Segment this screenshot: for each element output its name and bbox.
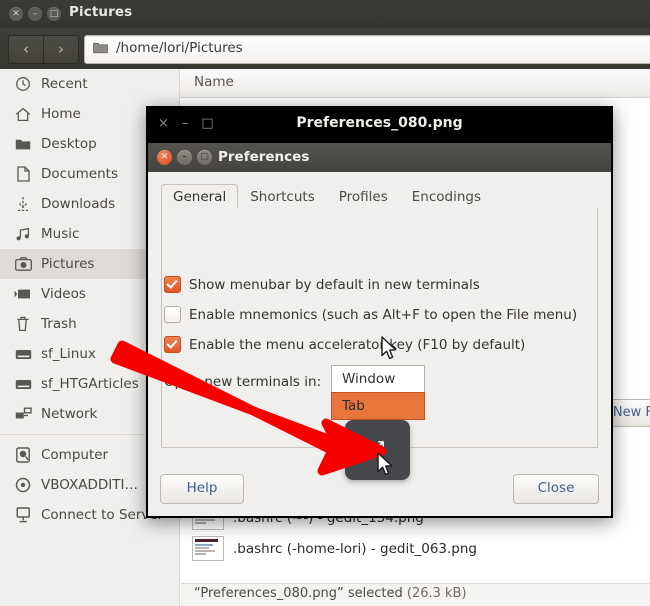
sidebar-item-label: Trash [41, 316, 77, 332]
file-manager-titlebar: ✕ – □ Pictures [0, 0, 650, 29]
help-button[interactable]: Help [160, 474, 244, 504]
network-icon [12, 406, 34, 422]
back-button[interactable]: ‹ [8, 35, 43, 64]
forward-button[interactable]: › [43, 35, 79, 64]
minimize-icon[interactable]: – [177, 150, 192, 165]
image-viewer-filename: Preferences_080.png [296, 115, 463, 131]
checkbox-label: Enable the menu accelerator key (F10 by … [189, 336, 526, 353]
path-text: /home/lori/Pictures [116, 40, 243, 56]
drive-icon [12, 346, 34, 362]
checkbox-label: Enable mnemonics (such as Alt+F to open … [189, 306, 578, 323]
mouse-cursor [381, 336, 397, 360]
mouse-cursor [377, 452, 393, 476]
file-thumbnail [192, 536, 224, 561]
status-text: “Preferences_080.png” selected [194, 586, 403, 601]
sidebar-item-label: sf_Linux [41, 346, 96, 362]
sidebar-item-label: Recent [41, 76, 88, 92]
checkbox-enable-mnemonics[interactable] [164, 306, 181, 323]
tab-shortcuts[interactable]: Shortcuts [238, 184, 327, 210]
checkbox-label: Show menubar by default in new terminals [189, 276, 480, 293]
video-icon [12, 286, 34, 302]
home-icon [12, 106, 34, 122]
path-bar[interactable]: /home/lori/Pictures [84, 35, 650, 64]
checkbox-show-menubar[interactable] [164, 276, 181, 293]
file-manager-toolbar: ‹ › /home/lori/Pictures [0, 28, 650, 70]
sidebar-item-label: Connect to Server [41, 507, 164, 523]
column-header-name: Name [194, 74, 234, 90]
sidebar-item-label: Videos [41, 286, 86, 302]
file-name: .bashrc (-home-lori) - gedit_063.png [233, 540, 477, 557]
checkbox-menu-accelerator[interactable] [164, 336, 181, 353]
sidebar-item-recent[interactable]: Recent [0, 69, 179, 99]
close-icon[interactable]: ✕ [157, 150, 172, 165]
checkbox-row-menu-accelerator[interactable]: Enable the menu accelerator key (F10 by … [164, 336, 525, 353]
image-viewer-titlebar: × – □ Preferences_080.png [146, 106, 613, 143]
minimize-icon[interactable]: – [28, 7, 42, 21]
preferences-title: Preferences [218, 149, 310, 165]
close-icon[interactable]: ✕ [9, 7, 23, 21]
tab-encodings[interactable]: Encodings [400, 184, 493, 210]
preferences-titlebar: ✕ – □ Preferences [148, 143, 611, 172]
camera-icon [12, 256, 34, 272]
list-item[interactable]: .bashrc (-home-lori) - gedit_063.png [180, 533, 650, 564]
clock-icon [12, 76, 34, 92]
sidebar-item-label: Documents [41, 166, 118, 182]
sidebar-item-label: sf_HTGArticles [41, 376, 139, 392]
sidebar-item-label: Computer [41, 447, 109, 463]
column-header-row[interactable]: Name [180, 69, 650, 98]
sidebar-item-label: Network [41, 406, 98, 422]
preferences-window-controls: ✕ – □ [157, 150, 212, 165]
status-size: (26.3 kB) [406, 586, 467, 601]
download-icon [12, 196, 34, 212]
sidebar-item-label: Desktop [41, 136, 97, 152]
trash-icon [12, 316, 34, 332]
tab-general[interactable]: General [161, 184, 239, 210]
tab-profiles[interactable]: Profiles [327, 184, 400, 210]
computer-disk-icon [12, 447, 34, 463]
dropdown-option-tab[interactable]: Tab [331, 392, 425, 420]
window-controls: ✕ – □ [9, 7, 61, 21]
sidebar-item-label: Downloads [41, 196, 116, 212]
document-icon [12, 166, 34, 182]
navigation-buttons: ‹ › [8, 35, 79, 64]
window-title: Pictures [69, 4, 133, 20]
preferences-tabs: General Shortcuts Profiles Encodings [161, 184, 493, 210]
open-new-terminals-dropdown[interactable]: Window Tab [331, 365, 425, 420]
folder-icon [93, 42, 108, 54]
drive-icon [12, 376, 34, 392]
music-icon [12, 226, 34, 242]
close-button[interactable]: Close [513, 474, 599, 504]
open-new-terminals-label: Open new terminals in: [164, 374, 322, 390]
folder-icon [12, 136, 34, 152]
checkbox-row-show-menubar[interactable]: Show menubar by default in new terminals [164, 276, 480, 293]
disc-icon [12, 477, 34, 493]
maximize-icon[interactable]: □ [197, 150, 212, 165]
server-icon [12, 507, 34, 523]
sidebar-item-label: Music [41, 226, 80, 242]
status-bar: “Preferences_080.png” selected (26.3 kB) [181, 583, 650, 606]
sidebar-item-label: Pictures [41, 256, 95, 272]
checkbox-row-enable-mnemonics[interactable]: Enable mnemonics (such as Alt+F to open … [164, 306, 577, 323]
sidebar-item-label: Home [41, 106, 81, 122]
sidebar-item-label: VBOXADDITI… [41, 477, 139, 493]
dropdown-option-window[interactable]: Window [331, 365, 425, 392]
maximize-icon[interactable]: □ [47, 7, 61, 21]
